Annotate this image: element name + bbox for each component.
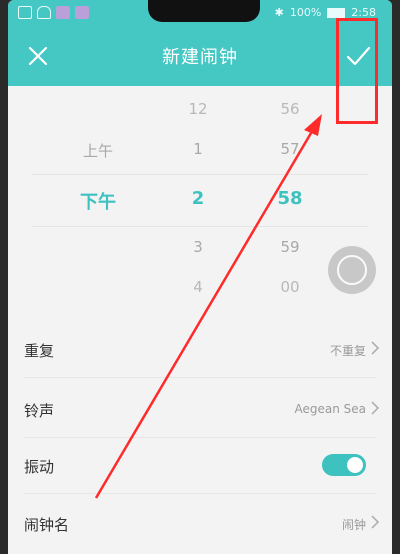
sim-icon bbox=[18, 6, 32, 19]
hour-option[interactable]: 4 bbox=[168, 278, 228, 296]
row-divider bbox=[24, 377, 376, 378]
minute-option[interactable]: 00 bbox=[260, 278, 320, 296]
check-icon bbox=[346, 46, 371, 66]
assistive-touch-button[interactable] bbox=[328, 246, 376, 294]
picker-divider bbox=[32, 174, 368, 175]
minute-option[interactable]: 59 bbox=[260, 238, 320, 256]
ringtone-value: Aegean Sea bbox=[294, 402, 366, 416]
battery-icon bbox=[327, 7, 346, 18]
battery-percent: 100% bbox=[289, 6, 322, 19]
hour-selected[interactable]: 2 bbox=[168, 188, 228, 209]
repeat-value: 不重复 bbox=[329, 344, 366, 358]
status-icons-right: ✱ 100% 2:58 bbox=[275, 6, 376, 19]
repeat-label: 重复 bbox=[24, 342, 55, 360]
chevron-right-icon bbox=[371, 515, 380, 529]
bluetooth-icon: ✱ bbox=[274, 6, 284, 19]
hour-option[interactable]: 12 bbox=[168, 100, 228, 118]
vibrate-row: 振动 bbox=[8, 436, 392, 494]
minute-option[interactable]: 57 bbox=[260, 140, 320, 158]
vibrate-label: 振动 bbox=[24, 458, 55, 476]
vibrate-toggle[interactable] bbox=[322, 454, 366, 476]
status-icons-left bbox=[18, 6, 89, 19]
alarm-name-value: 闹钟 bbox=[341, 518, 366, 532]
alarm-name-row[interactable]: 闹钟名 闹钟 bbox=[8, 494, 392, 552]
minute-selected[interactable]: 58 bbox=[260, 188, 320, 209]
hour-option[interactable]: 3 bbox=[168, 238, 228, 256]
clock-time: 2:58 bbox=[351, 6, 376, 19]
picker-divider bbox=[32, 226, 368, 227]
chevron-right-icon bbox=[371, 401, 380, 415]
hour-option[interactable]: 1 bbox=[168, 140, 228, 158]
title-bar: 新建闹钟 bbox=[8, 26, 392, 86]
ringtone-row[interactable]: 铃声 Aegean Sea bbox=[8, 380, 392, 438]
toggle-knob bbox=[347, 457, 363, 473]
confirm-button[interactable] bbox=[342, 40, 374, 72]
period-selected[interactable]: 下午 bbox=[68, 188, 128, 214]
minute-option[interactable]: 56 bbox=[260, 100, 320, 118]
assistive-ring-icon bbox=[337, 255, 367, 285]
status-bar: ✱ 100% 2:58 bbox=[8, 0, 392, 26]
camera-notch bbox=[148, 0, 260, 22]
repeat-row[interactable]: 重复 不重复 bbox=[8, 320, 392, 378]
app-notification-icon bbox=[56, 6, 70, 19]
period-option[interactable]: 上午 bbox=[68, 140, 128, 161]
page-title: 新建闹钟 bbox=[162, 47, 238, 68]
wifi-icon bbox=[37, 6, 51, 19]
app-notification-icon bbox=[75, 6, 89, 19]
alarm-name-label: 闹钟名 bbox=[24, 516, 70, 534]
ringtone-label: 铃声 bbox=[24, 402, 55, 420]
chevron-right-icon bbox=[371, 341, 380, 355]
